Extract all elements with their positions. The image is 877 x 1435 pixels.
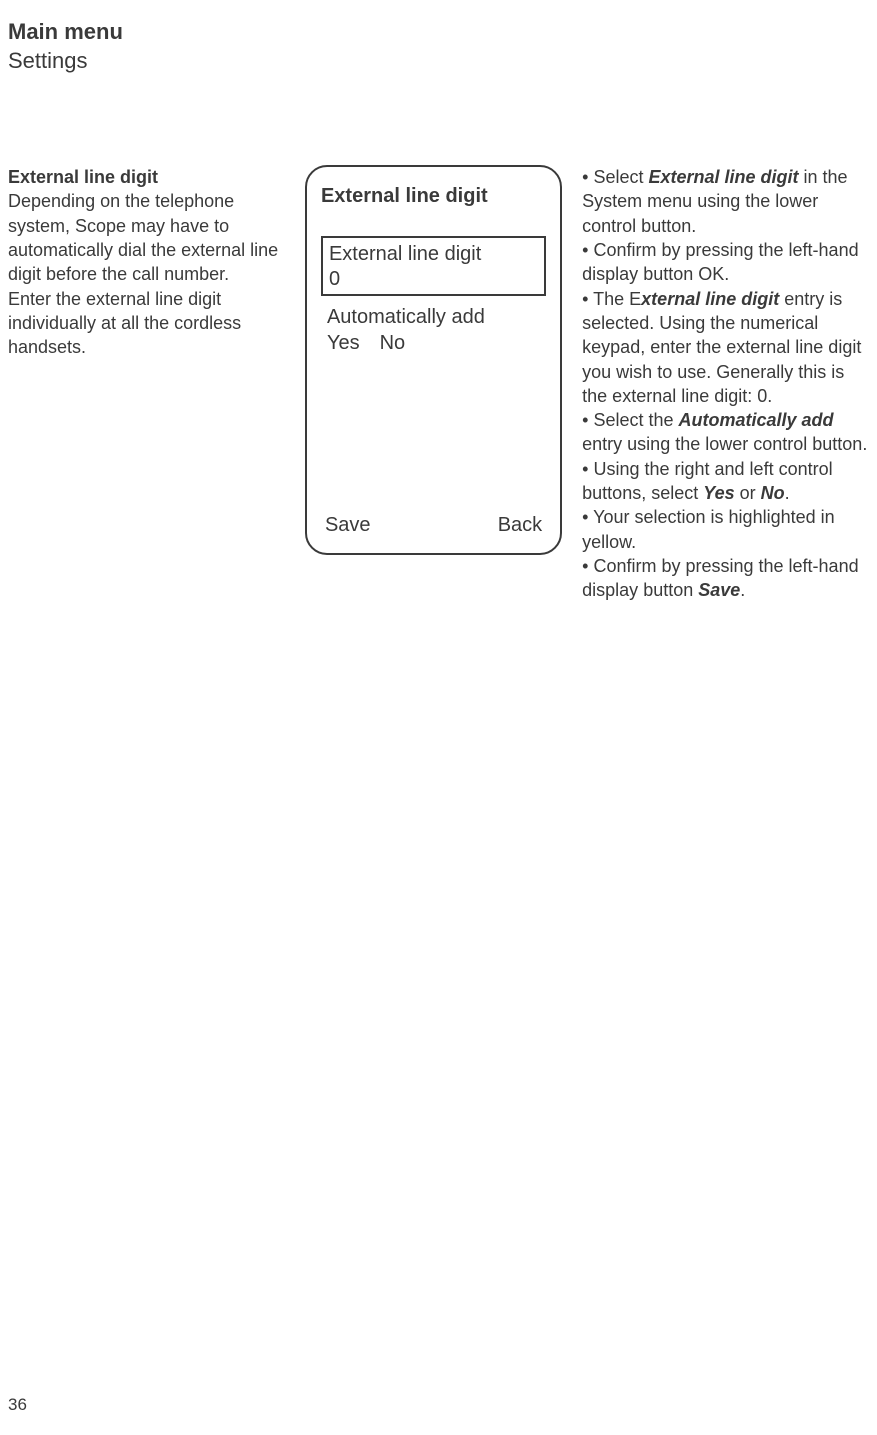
softkey-row: Save Back (321, 514, 546, 539)
bullet-6: • Your selection is highlighted in yello… (582, 505, 869, 554)
bullet-5-yes: Yes (703, 483, 734, 503)
external-line-digit-field[interactable]: External line digit 0 (321, 236, 546, 296)
left-heading: External line digit (8, 165, 285, 189)
bullet-5: • Using the right and left control butto… (582, 457, 869, 506)
option-yes[interactable]: Yes (327, 332, 360, 354)
right-column: • Select External line digit in the Syst… (582, 165, 869, 602)
bullet-4-emph: Automatically add (679, 410, 834, 430)
automatically-add-field[interactable]: Automatically add Yes No (321, 304, 546, 356)
auto-add-options: Yes No (327, 330, 546, 356)
bullet-1-pre: • Select (582, 167, 648, 187)
bullet-5-no: No (761, 483, 785, 503)
bullet-5-post: . (785, 483, 790, 503)
bullet-4: • Select the Automatically add entry usi… (582, 408, 869, 457)
bullet-1: • Select External line digit in the Syst… (582, 165, 869, 238)
bullet-4-pre: • Select the (582, 410, 678, 430)
left-paragraph-2: Enter the external line digit individual… (8, 287, 285, 360)
bullet-4-post: entry using the lower control button. (582, 434, 867, 454)
bullet-7-post: . (740, 580, 745, 600)
bullet-2: • Confirm by pressing the left-hand disp… (582, 238, 869, 287)
save-softkey[interactable]: Save (325, 514, 371, 537)
bullet-3-pre: • The E (582, 289, 641, 309)
bullet-7-emph: Save (698, 580, 740, 600)
bullet-5-or: or (735, 483, 761, 503)
screen-title: External line digit (321, 185, 546, 208)
page-number: 36 (8, 1395, 27, 1415)
left-column: External line digit Depending on the tel… (8, 165, 285, 359)
left-paragraph-1: Depending on the telephone system, Scope… (8, 189, 285, 286)
bullet-3: • The External line digit entry is selec… (582, 287, 869, 408)
auto-add-label: Automatically add (327, 304, 546, 330)
bullet-7: • Confirm by pressing the left-hand disp… (582, 554, 869, 603)
header-subtitle: Settings (8, 47, 869, 76)
bullet-3-emph: xternal line digit (641, 289, 779, 309)
page-header: Main menu Settings (8, 18, 869, 75)
content-row: External line digit Depending on the tel… (8, 165, 869, 602)
center-column: External line digit External line digit … (305, 165, 562, 555)
phone-screen: External line digit External line digit … (305, 165, 562, 555)
option-no[interactable]: No (380, 332, 406, 354)
header-title: Main menu (8, 18, 869, 47)
back-softkey[interactable]: Back (498, 514, 542, 537)
bullet-1-emph: External line digit (649, 167, 799, 187)
input-value: 0 (329, 267, 538, 292)
input-label: External line digit (329, 242, 538, 267)
